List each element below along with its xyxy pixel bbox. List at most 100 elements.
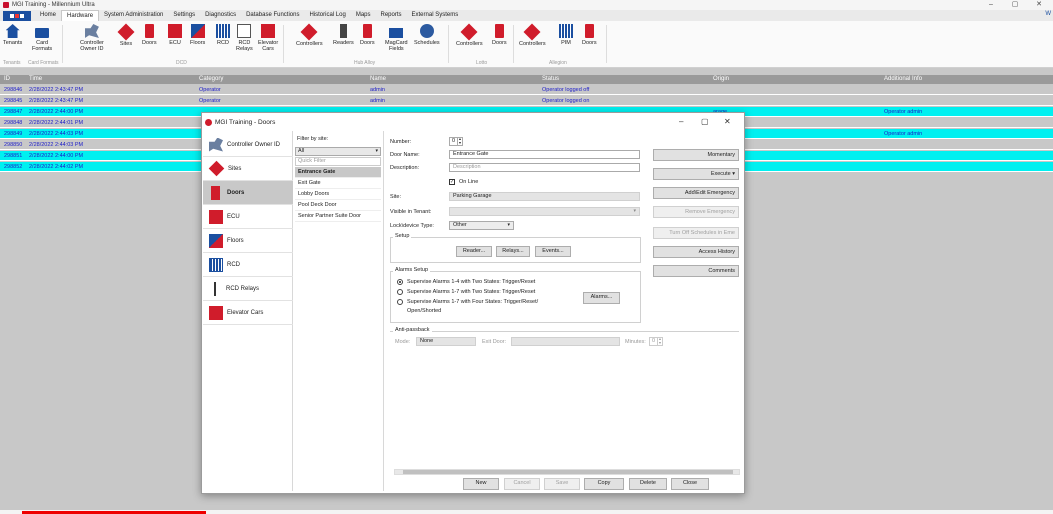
menu-system-administration[interactable]: System Administration <box>99 10 168 21</box>
online-checkbox[interactable]: ✓ <box>449 179 455 185</box>
site-filter-select[interactable]: All ▾ <box>295 147 381 156</box>
alarm-option-radio[interactable] <box>397 289 403 295</box>
ribbon-floors-button[interactable]: Floors <box>190 24 205 46</box>
door-list-item[interactable]: Senior Partner Suite Door <box>295 211 381 222</box>
menu-diagnostics[interactable]: Diagnostics <box>200 10 241 21</box>
file-menu-button[interactable] <box>3 10 31 21</box>
ribbon-allegion-controllers-button[interactable]: Controllers <box>519 23 546 47</box>
table-row[interactable]: 298846 2/28/2022 2:43:47 PM Operator admin O… <box>0 85 1053 95</box>
reader-button[interactable]: Reader... <box>456 246 492 257</box>
relays-button[interactable]: Relays... <box>496 246 530 257</box>
cancel-button[interactable]: Cancel <box>504 478 540 490</box>
momentary-button[interactable]: Momentary <box>653 149 739 161</box>
mode-select[interactable]: None <box>416 337 476 346</box>
menu-database-functions[interactable]: Database Functions <box>241 10 304 21</box>
turn-off-schedules-button[interactable]: Turn Off Schedules in Eme <box>653 227 739 239</box>
ribbon-pim-button[interactable]: PIM <box>559 24 573 46</box>
alarm-option-radio[interactable] <box>397 299 403 305</box>
ribbon-ecu-button[interactable]: ECU <box>168 24 182 46</box>
alarms-button[interactable]: Alarms... <box>583 292 620 304</box>
nav-item-ecu[interactable]: ECU <box>203 205 293 229</box>
events-button[interactable]: Events... <box>535 246 571 257</box>
door-list-item[interactable]: Pool Deck Door <box>295 200 381 211</box>
dialog-close-button[interactable]: ✕ <box>724 117 731 126</box>
comments-button[interactable]: Comments <box>653 265 739 277</box>
nav-item-doors[interactable]: Doors <box>203 181 293 205</box>
scrollbar-thumb[interactable] <box>403 470 733 474</box>
menu-external-systems[interactable]: External Systems <box>407 10 464 21</box>
ribbon-tenants-button[interactable]: Tenants <box>3 24 22 46</box>
alarm-option-radio[interactable] <box>397 279 403 285</box>
access-history-button[interactable]: Access History <box>653 246 739 258</box>
menu-maps[interactable]: Maps <box>351 10 376 21</box>
nav-item-sites[interactable]: Sites <box>203 157 293 181</box>
floors-icon <box>190 24 205 38</box>
exit-door-select[interactable] <box>511 337 620 346</box>
ribbon-hub-doors-button[interactable]: Doors <box>360 24 375 46</box>
col-category[interactable]: Category <box>199 76 223 82</box>
door-list-item[interactable]: Lobby Doors <box>295 189 381 200</box>
app-window: MGI Training - Millennium Ultra – ▢ ✕ Ho… <box>0 0 1053 514</box>
table-row[interactable]: 298845 2/28/2022 2:43:47 PM Operator admin O… <box>0 96 1053 106</box>
execute-button[interactable]: Execute ▾ <box>653 168 739 180</box>
dialog-minimize-button[interactable]: – <box>679 117 683 126</box>
save-button[interactable]: Save <box>544 478 580 490</box>
stepper-arrows-icon[interactable]: ▲ ▼ <box>457 137 462 145</box>
close-button[interactable]: ✕ <box>1028 0 1050 10</box>
dialog-maximize-button[interactable]: ▢ <box>701 117 709 126</box>
col-id[interactable]: ID <box>4 76 10 82</box>
ribbon-elevator-cars-button[interactable]: Elevator Cars <box>258 24 278 52</box>
quick-filter-input[interactable]: Quick Filter <box>295 157 381 166</box>
alarm-option-label-cont: Open/Shorted <box>407 308 442 314</box>
ribbon-readers-button[interactable]: Readers <box>333 24 354 46</box>
ribbon-lotto-controllers-button[interactable]: Controllers <box>456 23 483 47</box>
nav-item-elevator-cars[interactable]: Elevator Cars <box>203 301 293 325</box>
door-list-item[interactable]: Entrance Gate <box>295 167 381 178</box>
maximize-button[interactable]: ▢ <box>1004 0 1026 10</box>
nav-item-floors[interactable]: Floors <box>203 229 293 253</box>
menu-reports[interactable]: Reports <box>376 10 407 21</box>
col-status[interactable]: Status <box>542 76 559 82</box>
add-edit-emergency-button[interactable]: Add\Edit Emergency <box>653 187 739 199</box>
new-button[interactable]: New <box>463 478 499 490</box>
col-name[interactable]: Name <box>370 76 386 82</box>
menu-settings[interactable]: Settings <box>168 10 200 21</box>
minutes-stepper[interactable]: 0 ▲ ▼ <box>649 337 663 346</box>
ribbon-lotto-doors-button[interactable]: Doors <box>492 24 507 46</box>
ribbon-hub-controllers-button[interactable]: Controllers <box>296 23 323 47</box>
ribbon-doors-button[interactable]: Doors <box>142 24 157 46</box>
ribbon-controller-owner-id-button[interactable]: Controller Owner ID <box>80 24 104 52</box>
ribbon-allegion-doors-button[interactable]: Doors <box>582 24 597 46</box>
stepper-arrows-icon[interactable]: ▲ ▼ <box>657 337 662 345</box>
nav-item-rcd-relays[interactable]: RCD Relays <box>203 277 293 301</box>
menu-home[interactable]: Home <box>35 10 61 21</box>
ribbon-rcd-button[interactable]: RCD <box>216 24 230 46</box>
menu-hardware[interactable]: Hardware <box>61 10 100 21</box>
minimize-button[interactable]: – <box>980 0 1002 10</box>
form-horizontal-scrollbar[interactable] <box>394 469 740 475</box>
cell-id: 298845 <box>4 98 23 104</box>
lock-device-type-select[interactable]: Other ▾ <box>449 221 514 230</box>
col-origin[interactable]: Origin <box>713 76 729 82</box>
visible-in-tenant-select[interactable]: ▾ <box>449 207 640 216</box>
remove-emergency-button[interactable]: Remove Emergency <box>653 206 739 218</box>
door-name-field[interactable]: Entrance Gate <box>449 150 640 159</box>
close-dialog-button[interactable]: Close <box>671 478 709 490</box>
ribbon-card-formats-button[interactable]: Card Formats <box>32 24 52 52</box>
copy-button[interactable]: Copy <box>584 478 624 490</box>
ribbon-magcard-fields-button[interactable]: MagCard Fields <box>385 24 408 52</box>
door-list-item[interactable]: Exit Gate <box>295 178 381 189</box>
cell-id: 298851 <box>4 153 23 159</box>
ribbon-schedules-button[interactable]: Schedules <box>414 24 440 46</box>
delete-button[interactable]: Delete <box>629 478 667 490</box>
nav-item-controller-owner-id[interactable]: Controller Owner ID <box>203 133 293 157</box>
reader-icon <box>339 24 347 38</box>
number-stepper[interactable]: 0 ▲ ▼ <box>449 137 463 146</box>
description-field[interactable]: Description <box>449 163 640 172</box>
ribbon-rcd-relays-button[interactable]: RCD Relays <box>236 24 253 52</box>
menu-historical-log[interactable]: Historical Log <box>304 10 350 21</box>
col-additional-info[interactable]: Additional Info <box>884 76 922 82</box>
nav-item-rcd[interactable]: RCD <box>203 253 293 277</box>
ribbon-sites-button[interactable]: Sites <box>117 23 135 47</box>
col-time[interactable]: Time <box>29 76 42 82</box>
